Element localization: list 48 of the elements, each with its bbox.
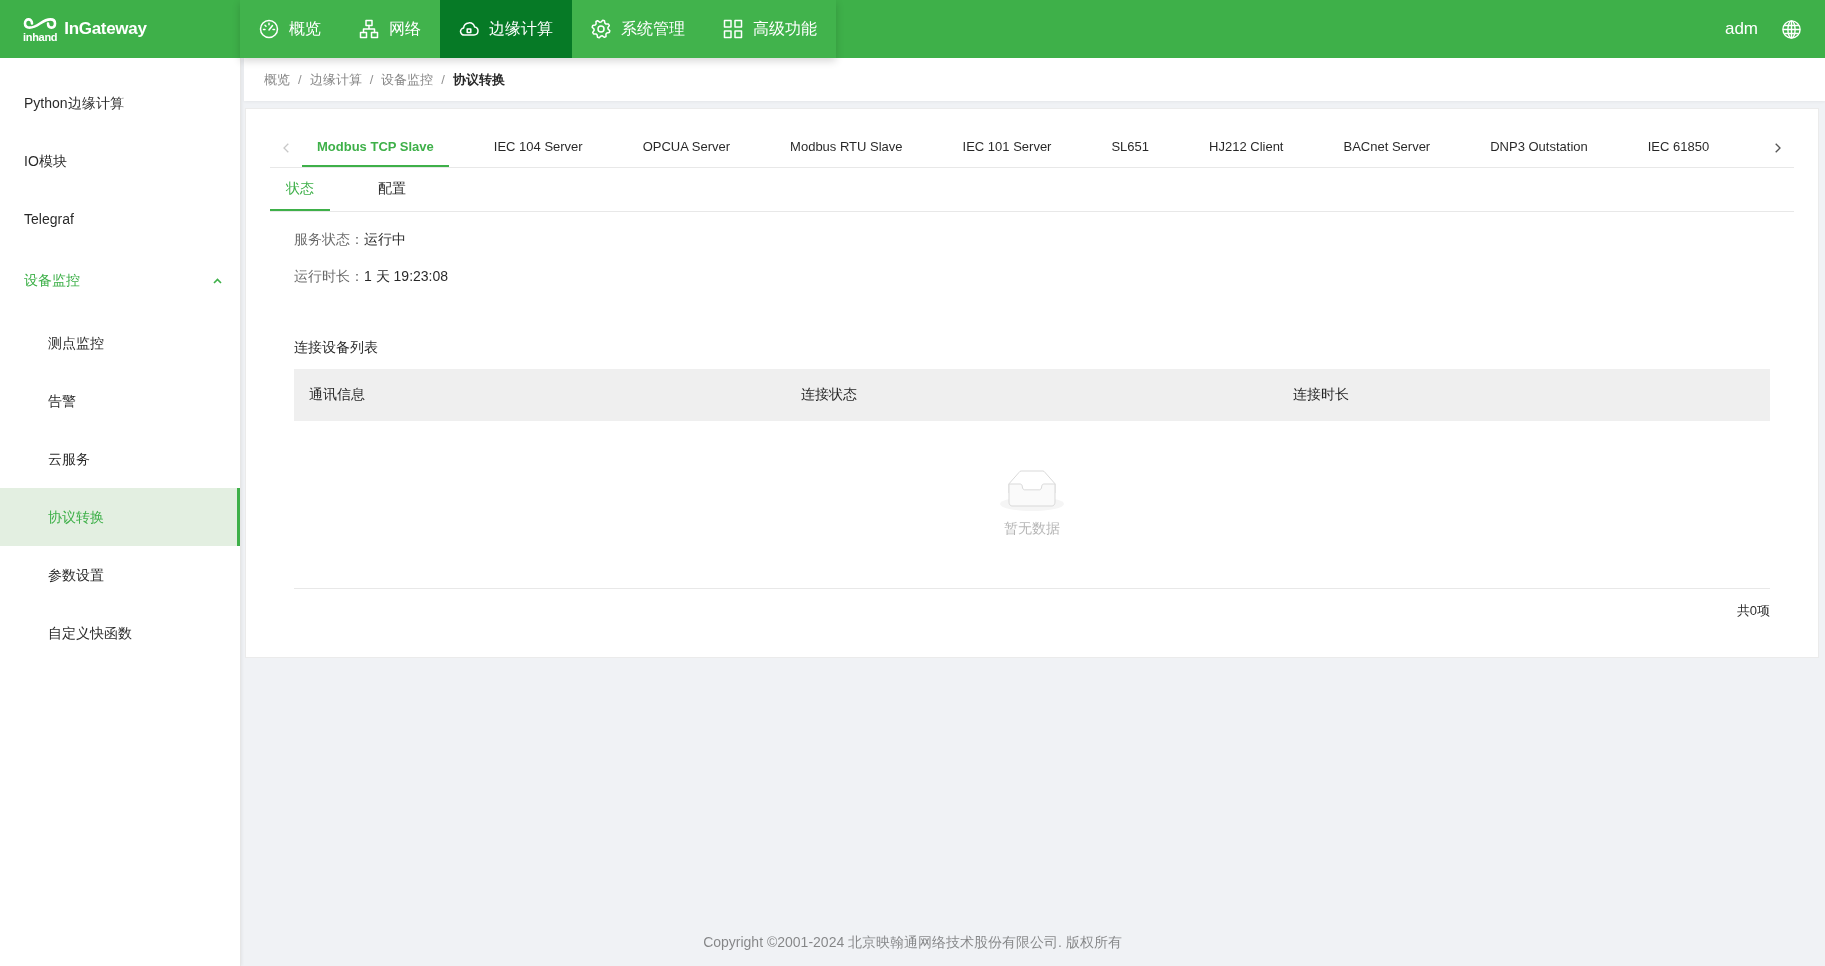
menu-item[interactable]: 自定义快函数 [0,604,240,662]
status-label: 运行时长： [294,267,364,286]
grid-icon [723,19,743,39]
copyright-text: Copyright ©2001-2024 北京映翰通网络技术股份有限公司. 版权所有 [703,933,1122,951]
status-value: 运行中 [364,230,406,249]
logo-icon [23,15,58,31]
menu-item[interactable]: 参数设置 [0,546,240,604]
nav-tab[interactable]: 边缘计算 [440,0,572,58]
empty-message: 暂无数据 [1004,519,1060,537]
breadcrumb-separator: / [297,72,303,87]
breadcrumb-separator: / [368,72,375,87]
protocol-tab[interactable]: HJ212 Client [1194,128,1299,167]
breadcrumb-link[interactable]: 边缘计算 [309,70,362,89]
protocol-tab[interactable]: BACnet Server [1328,128,1446,167]
column-header: 通讯信息 [308,386,366,404]
protocol-tab[interactable]: IEC 104 Server [478,128,598,167]
protocol-tab[interactable]: IEC 61850 [1632,128,1710,167]
protocol-tab[interactable]: Modbus RTU Slave [775,128,918,167]
column-header: 连接状态 [800,386,858,404]
status-label: 服务状态： [294,230,364,249]
breadcrumb-link[interactable]: 设备监控 [381,70,434,89]
section-title: 连接设备列表 [294,338,379,357]
globe-icon[interactable] [1782,19,1801,39]
total-count: 共0项 [1736,602,1770,620]
protocol-tab[interactable]: DNP3 Outstation [1475,128,1603,167]
logo-subtext: inhand [23,31,58,43]
menu-item[interactable]: Telegraf [0,190,240,248]
breadcrumb-link[interactable]: 概览 [264,70,290,89]
logo-text: InGateway [64,19,147,39]
breadcrumb-separator: / [440,72,446,87]
sub-tab[interactable]: 配置 [362,168,422,211]
status-value: 1 天 19:23:08 [364,267,449,286]
empty-inbox-icon [1000,470,1064,511]
protocol-tab[interactable]: IEC 101 Server [947,128,1067,167]
cloud-icon [459,19,479,39]
gear-icon [591,19,611,39]
menu-item[interactable]: 告警 [0,372,240,430]
network-icon [359,19,379,39]
protocol-tab[interactable]: OPCUA Server [627,128,746,167]
menu-item[interactable]: IO模块 [0,132,240,190]
menu-item[interactable]: 测点监控 [0,314,240,372]
breadcrumb-current: 协议转换 [452,70,505,89]
menu-item[interactable]: Python边缘计算 [0,74,240,132]
chevron-right-icon[interactable] [1775,142,1781,153]
protocol-tab[interactable]: SL651 [1096,128,1165,167]
menu-item[interactable]: 云服务 [0,430,240,488]
column-header: 连接时长 [1292,386,1350,404]
gauge-icon [259,19,279,39]
